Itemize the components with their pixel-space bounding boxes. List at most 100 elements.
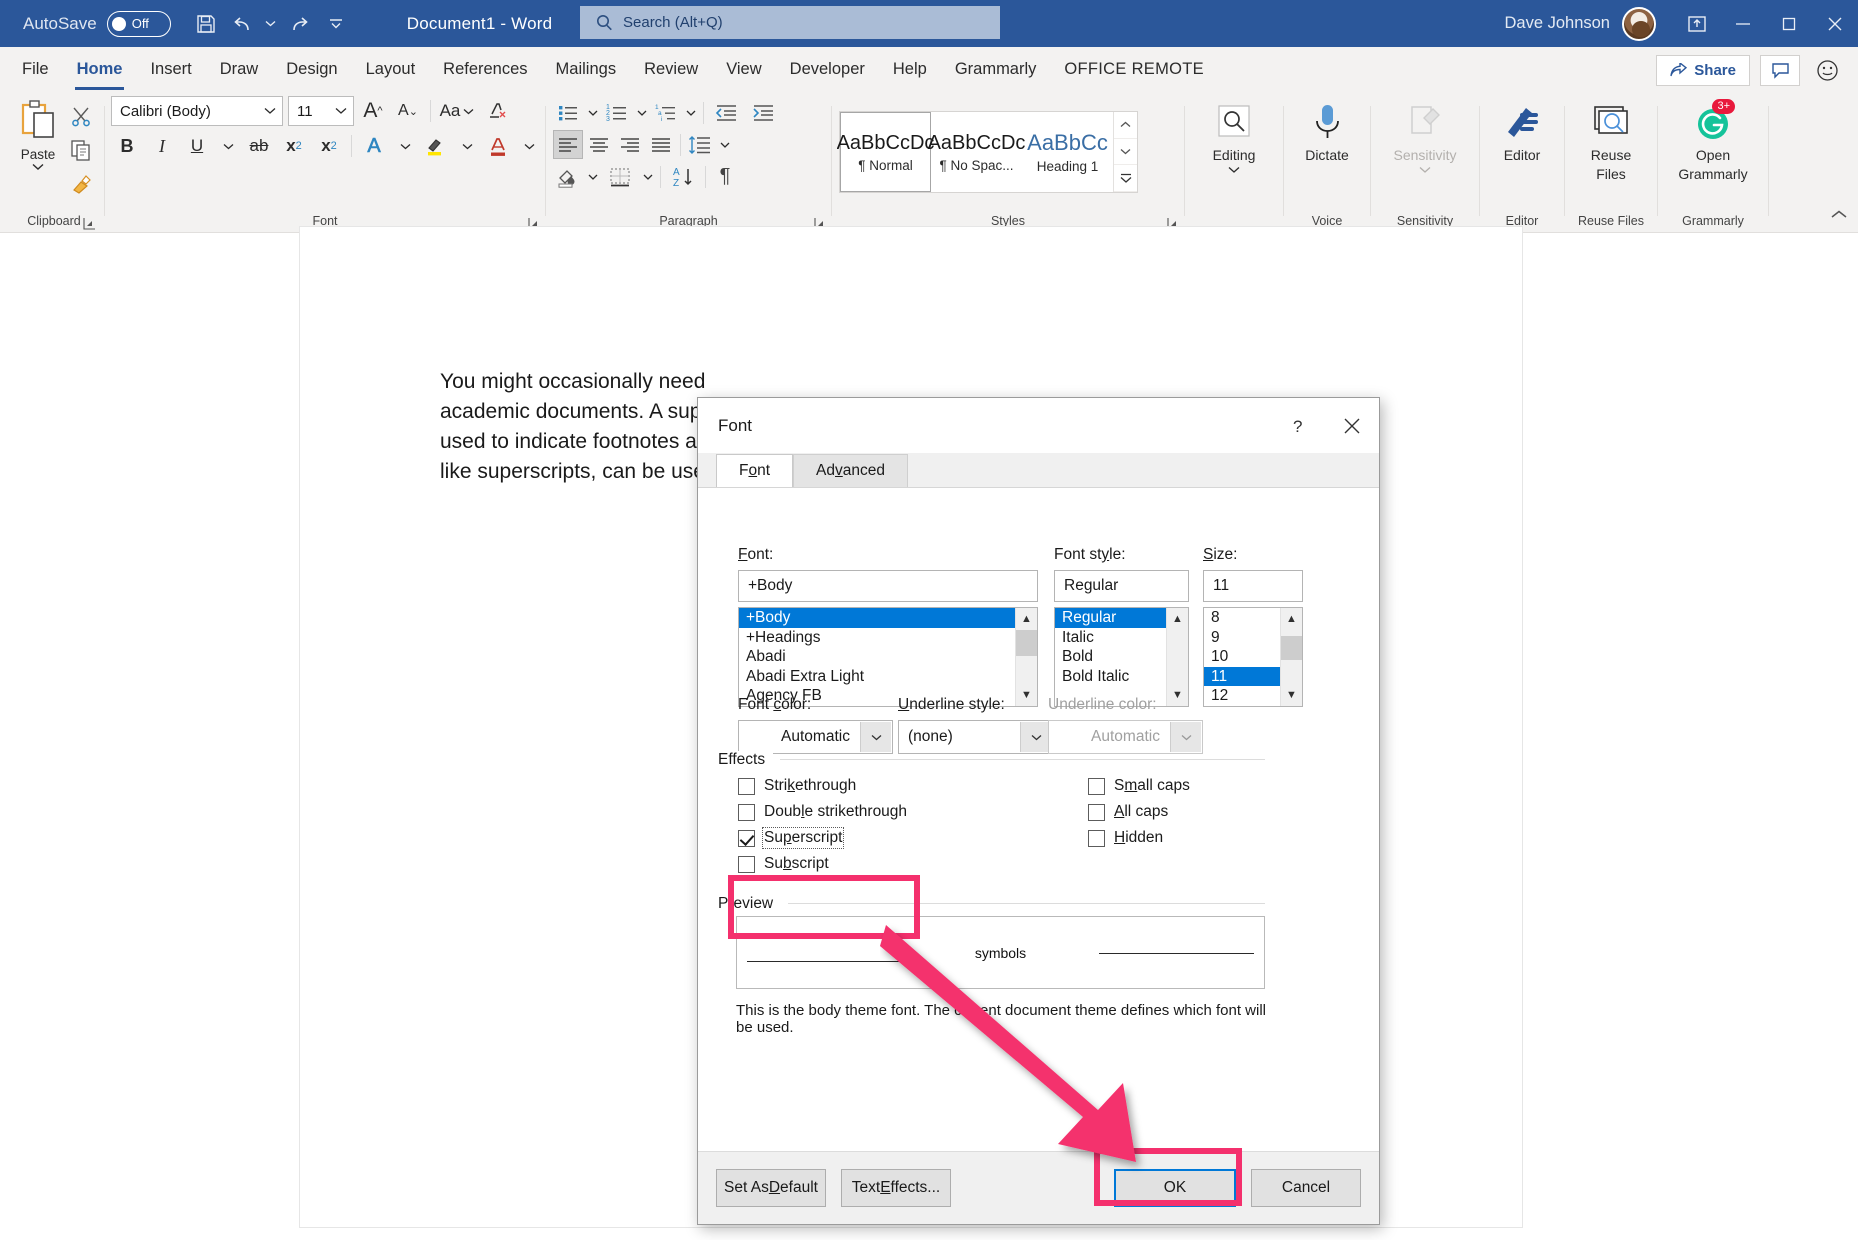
checkbox-box[interactable]: [738, 804, 755, 821]
ok-button[interactable]: OK: [1114, 1169, 1236, 1207]
format-painter-icon[interactable]: [65, 169, 97, 199]
style-item-heading-1[interactable]: AaBbCc Heading 1: [1022, 112, 1113, 192]
undo-dropdown-icon[interactable]: [263, 7, 279, 41]
tab-developer[interactable]: Developer: [776, 49, 879, 90]
tab-review[interactable]: Review: [630, 49, 712, 90]
strikethrough-button[interactable]: ab: [243, 131, 275, 161]
align-right-icon[interactable]: [615, 130, 645, 159]
underline-dropdown-icon[interactable]: [216, 131, 240, 161]
checkbox-box[interactable]: [738, 778, 755, 795]
font-color-dropdown-icon[interactable]: [517, 131, 541, 161]
scroll-up-icon[interactable]: [1114, 112, 1137, 139]
numbering-dropdown-icon[interactable]: [633, 98, 650, 127]
autosave-control[interactable]: AutoSave Off: [23, 11, 171, 37]
scrollbar[interactable]: ▲ ▼: [1166, 608, 1188, 706]
list-item[interactable]: +Body: [739, 608, 1015, 628]
reuse-files-button[interactable]: Reuse Files: [1572, 95, 1650, 183]
scroll-down-icon[interactable]: ▼: [1281, 684, 1302, 706]
text-effects-button[interactable]: Text Effects...: [841, 1169, 951, 1207]
editor-button[interactable]: Editor: [1487, 95, 1557, 164]
increase-indent-icon[interactable]: [745, 98, 781, 127]
search-input[interactable]: Search (Alt+Q): [580, 6, 1000, 39]
chevron-down-icon[interactable]: [860, 722, 891, 752]
checkbox-strikethrough[interactable]: Strikethrough: [738, 773, 1018, 799]
tab-help[interactable]: Help: [879, 49, 941, 90]
list-item[interactable]: Bold: [1055, 647, 1166, 667]
scrollbar-track[interactable]: [1016, 630, 1037, 684]
paste-button[interactable]: Paste: [11, 95, 65, 171]
show-formatting-marks-icon[interactable]: ¶: [710, 162, 740, 191]
font-name-combo[interactable]: Calibri (Body): [111, 96, 283, 126]
close-icon[interactable]: [1812, 0, 1858, 47]
font-size-combo[interactable]: 11: [288, 96, 354, 126]
copy-icon[interactable]: [65, 135, 97, 165]
subscript-button[interactable]: x2: [278, 131, 310, 161]
tab-insert[interactable]: Insert: [136, 49, 205, 90]
clear-formatting-icon[interactable]: [480, 96, 512, 126]
collapse-ribbon-icon[interactable]: [1830, 208, 1848, 226]
maximize-icon[interactable]: [1766, 0, 1812, 47]
tab-office-remote[interactable]: OFFICE REMOTE: [1050, 49, 1218, 90]
scroll-up-icon[interactable]: ▲: [1281, 608, 1302, 630]
styles-scrollbar[interactable]: [1113, 112, 1137, 192]
tab-draw[interactable]: Draw: [206, 49, 273, 90]
redo-icon[interactable]: [282, 7, 316, 41]
align-center-icon[interactable]: [584, 130, 614, 159]
list-item[interactable]: 10: [1204, 647, 1280, 667]
list-item[interactable]: Italic: [1055, 628, 1166, 648]
checkbox-box[interactable]: [1088, 804, 1105, 821]
multilevel-dropdown-icon[interactable]: [682, 98, 699, 127]
grow-font-icon[interactable]: A^: [357, 96, 389, 126]
tab-view[interactable]: View: [712, 49, 775, 90]
bold-button[interactable]: B: [111, 131, 143, 161]
scrollbar[interactable]: ▲ ▼: [1280, 608, 1302, 706]
line-spacing-dropdown-icon[interactable]: [716, 130, 733, 159]
text-effects-icon[interactable]: A: [358, 131, 390, 161]
line-spacing-icon[interactable]: [685, 130, 715, 159]
font-name-input[interactable]: +Body: [738, 570, 1038, 602]
font-dialog[interactable]: Font ? Font Advanced Font: +Body +Body +…: [697, 397, 1380, 1225]
superscript-button[interactable]: x2: [313, 131, 345, 161]
cancel-button[interactable]: Cancel: [1251, 1169, 1361, 1207]
style-item-no-spacing[interactable]: AaBbCcDc ¶ No Spac...: [931, 112, 1022, 192]
scissors-cut-icon[interactable]: [65, 101, 97, 131]
font-style-listbox[interactable]: Regular Italic Bold Bold Italic ▲ ▼: [1054, 607, 1189, 707]
customize-quick-access-toolbar-icon[interactable]: [319, 7, 353, 41]
style-item-normal[interactable]: AaBbCcDc ¶ Normal: [840, 112, 931, 192]
list-item[interactable]: Abadi: [739, 647, 1015, 667]
borders-icon[interactable]: [602, 162, 638, 191]
checkbox-superscript[interactable]: Superscript: [738, 825, 1018, 851]
font-size-listbox[interactable]: 8 9 10 11 12 ▲ ▼: [1203, 607, 1303, 707]
justify-icon[interactable]: [646, 130, 676, 159]
share-button[interactable]: Share: [1656, 55, 1750, 86]
set-as-default-button[interactable]: Set As Default: [716, 1169, 826, 1207]
font-color-icon[interactable]: [482, 131, 514, 161]
checkbox-box[interactable]: [1088, 830, 1105, 847]
editing-button[interactable]: Editing: [1194, 95, 1274, 174]
scroll-up-icon[interactable]: ▲: [1016, 608, 1037, 630]
scrollbar[interactable]: ▲ ▼: [1015, 608, 1037, 706]
checkbox-hidden[interactable]: Hidden: [1088, 825, 1288, 851]
align-left-icon[interactable]: [553, 130, 583, 159]
list-item[interactable]: 9: [1204, 628, 1280, 648]
scrollbar-track[interactable]: [1167, 630, 1188, 684]
scrollbar-track[interactable]: [1281, 630, 1302, 684]
tab-layout[interactable]: Layout: [352, 49, 430, 90]
decrease-indent-icon[interactable]: [708, 98, 744, 127]
numbering-icon[interactable]: 123: [602, 98, 632, 127]
checkbox-box[interactable]: [1088, 778, 1105, 795]
tab-mailings[interactable]: Mailings: [542, 49, 631, 90]
undo-icon[interactable]: [226, 7, 260, 41]
font-color-select[interactable]: Automatic: [738, 720, 893, 754]
ribbon-display-options-icon[interactable]: [1674, 0, 1720, 47]
text-effects-dropdown-icon[interactable]: [393, 131, 417, 161]
comments-icon[interactable]: [1760, 55, 1800, 86]
checkbox-double-strikethrough[interactable]: Double strikethrough: [738, 799, 1018, 825]
save-icon[interactable]: [189, 7, 223, 41]
underline-style-select[interactable]: (none): [898, 720, 1053, 754]
checkbox-all-caps[interactable]: All caps: [1088, 799, 1288, 825]
underline-button[interactable]: U: [181, 131, 213, 161]
scrollbar-thumb[interactable]: [1281, 636, 1302, 660]
shading-dropdown-icon[interactable]: [584, 162, 601, 191]
tab-file[interactable]: File: [8, 49, 63, 90]
